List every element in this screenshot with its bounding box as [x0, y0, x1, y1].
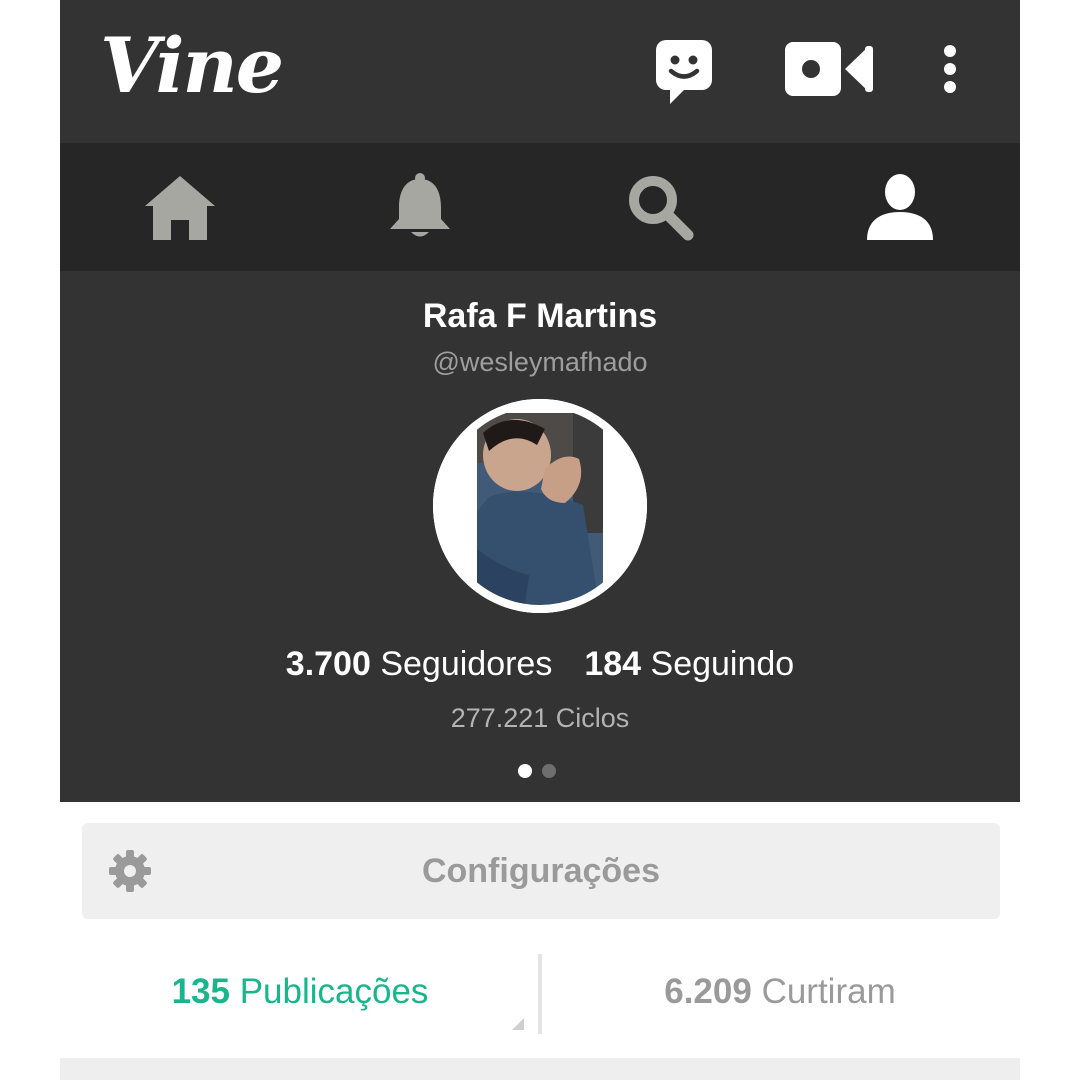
profile-name: Rafa F Martins — [422, 297, 658, 335]
avatar-photo — [433, 399, 647, 613]
following-stat[interactable]: 184 Seguindo — [584, 645, 794, 683]
settings-label: Configurações — [421, 852, 661, 890]
posts-label: Publicações — [239, 972, 429, 1011]
profile-handle: @wesleymafhado — [432, 347, 648, 377]
chat-smiley-icon[interactable] — [656, 40, 712, 106]
following-count: 184 — [584, 645, 642, 683]
tab-home[interactable] — [140, 167, 220, 247]
home-icon — [145, 176, 215, 240]
vine-logo[interactable]: Vine — [100, 28, 284, 104]
profile-header: Rafa F Martins @wesleymafhado 3.700 Segu… — [60, 271, 1020, 802]
tab-notifications[interactable] — [380, 167, 460, 247]
search-icon — [629, 176, 694, 241]
page-indicator — [518, 761, 568, 781]
video-camera-icon[interactable] — [785, 42, 875, 96]
tab-profile[interactable] — [860, 167, 940, 247]
tab-search[interactable] — [620, 167, 700, 247]
followers-count: 3.700 — [285, 645, 371, 683]
phone-screen: Vine Rafa F Martins @wesleymafhado 3.700… — [60, 0, 1020, 1080]
tab-posts[interactable]: 135 Publicações — [60, 938, 540, 1048]
profile-counters: 135 Publicações 6.209 Curtiram — [60, 938, 1020, 1048]
follow-stats: 3.700 Seguidores 184 Seguindo — [60, 645, 1020, 684]
avatar[interactable] — [433, 399, 647, 613]
following-label: Seguindo — [650, 645, 795, 683]
settings-button[interactable]: Configurações — [82, 823, 1000, 919]
page-dot-active[interactable] — [518, 764, 532, 778]
bell-icon — [390, 173, 450, 237]
loops-count: 277.221 Ciclos — [450, 703, 630, 733]
bottom-nav-tabs — [60, 143, 1020, 271]
profile-icon — [867, 174, 933, 240]
content-strip — [60, 1058, 1020, 1080]
more-vert-icon[interactable] — [940, 44, 960, 94]
dropdown-corner-indicator — [512, 1018, 524, 1030]
followers-stat[interactable]: 3.700 Seguidores — [286, 645, 553, 683]
followers-label: Seguidores — [380, 645, 553, 683]
page-dot-inactive[interactable] — [542, 764, 556, 778]
likes-label: Curtiram — [761, 972, 896, 1011]
likes-count: 6.209 — [664, 972, 752, 1011]
app-header: Vine — [60, 0, 1020, 143]
tab-likes[interactable]: 6.209 Curtiram — [540, 938, 1020, 1048]
posts-count: 135 — [171, 972, 230, 1011]
